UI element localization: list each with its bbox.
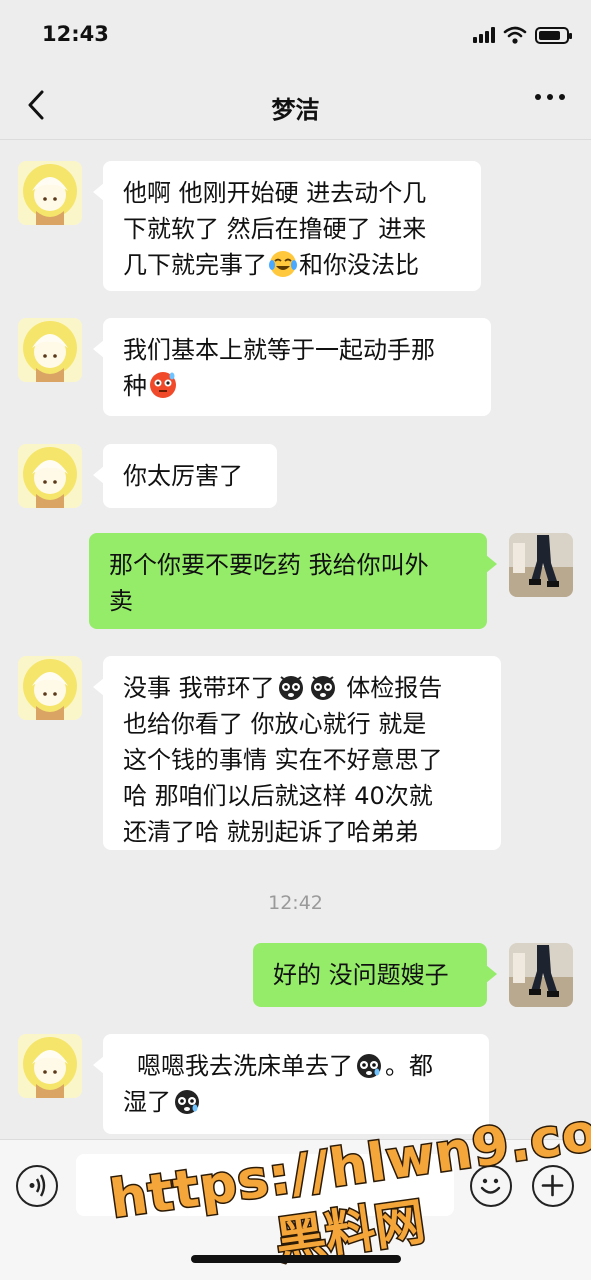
flushed-face-icon [150,372,176,398]
message-text: 这个钱的事情 实在不好意思了 [123,746,443,774]
status-icons [473,26,572,44]
message-received: 他啊 他刚开始硬 进去动个几 下就软了 然后在撸硬了 进来 几下就完事了 和你没法… [0,161,591,301]
contact-avatar[interactable] [18,656,82,720]
message-text: 下就软了 然后在撸硬了 进来 [123,215,427,243]
contact-avatar[interactable] [18,318,82,382]
sweating-face-icon [310,676,335,700]
message-input[interactable] [76,1154,454,1216]
message-text: 我们基本上就等于一起动手那 [123,336,435,364]
sweating-face-icon [357,1054,381,1078]
voice-input-button[interactable] [16,1165,58,1207]
message-text: 哈 那咱们以后就这样 40次就 [123,782,433,810]
contact-avatar[interactable] [18,1034,82,1098]
sweating-face-icon [278,676,303,700]
message-text-part: 体检报告 [338,674,443,702]
message-text-part: 种 [123,372,147,400]
message-text: 也给你看了 你放心就行 就是 [123,710,427,738]
message-timestamp: 12:42 [268,892,323,914]
message-received: 你太厉害了 [0,444,591,514]
message-bubble[interactable]: 那个你要不要吃药 我给你叫外 卖 [89,533,497,629]
sweating-face-icon [175,1090,199,1114]
battery-icon [535,26,572,44]
home-indicator[interactable] [191,1255,401,1263]
message-text: 他啊 他刚开始硬 进去动个几 [123,179,427,207]
message-text-part: 湿了 [123,1088,171,1116]
message-text: 种 [123,368,471,404]
contact-avatar[interactable] [18,161,82,225]
message-text-part: 几下就完事了 [123,251,267,279]
voice-wave-icon [29,1174,46,1197]
message-text-part: 。都 [385,1052,433,1080]
message-sent: 好的 没问题嫂子 [0,943,591,1013]
message-bubble[interactable]: 嗯嗯我去洗床单去了 。都 湿了 [93,1034,489,1134]
message-text-part: 和你没法比 [299,251,419,279]
message-received: 嗯嗯我去洗床单去了 。都 湿了 [0,1034,591,1138]
message-text: 卖 [109,587,133,615]
message-received: 我们基本上就等于一起动手那 种 [0,318,591,418]
wifi-icon [503,26,527,44]
message-text: 嗯嗯我去洗床单去了 。都 [137,1048,469,1084]
message-text: 湿了 [123,1084,469,1120]
smiley-icon [480,1178,501,1194]
message-received: 没事 我带环了 体检报告 也给你看了 你放心就行 就是 这个钱的事情 实在不好意… [0,656,591,856]
message-text-part: 没事 我带环了 [123,674,275,702]
chat-message-list[interactable]: 他啊 他刚开始硬 进去动个几 下就软了 然后在撸硬了 进来 几下就完事了 和你没法… [0,141,591,1139]
chat-title: 梦洁 [271,96,320,124]
status-time: 12:43 [42,22,109,46]
plus-icon [541,1174,564,1197]
message-sent: 那个你要不要吃药 我给你叫外 卖 [0,533,591,633]
contact-avatar[interactable] [18,444,82,508]
my-avatar[interactable] [509,533,573,597]
my-avatar[interactable] [509,943,573,1007]
emoji-button[interactable] [470,1165,512,1207]
more-actions-button[interactable] [532,1165,574,1207]
message-text: 几下就完事了 和你没法比 [123,247,461,283]
message-text-part: 嗯嗯我去洗床单去了 [137,1052,353,1080]
status-bar: 12:43 [0,0,591,70]
message-text: 你太厉害了 [123,462,243,490]
message-bubble[interactable]: 好的 没问题嫂子 [253,943,497,1007]
message-bubble[interactable]: 你太厉害了 [93,444,277,508]
message-bubble[interactable]: 我们基本上就等于一起动手那 种 [93,318,491,416]
message-bubble[interactable]: 他啊 他刚开始硬 进去动个几 下就软了 然后在撸硬了 进来 几下就完事了 和你没法… [93,161,481,291]
message-text: 好的 没问题嫂子 [273,961,449,989]
message-text: 没事 我带环了 体检报告 [123,670,481,706]
message-text: 那个你要不要吃药 我给你叫外 [109,551,429,579]
message-bubble[interactable]: 没事 我带环了 体检报告 也给你看了 你放心就行 就是 这个钱的事情 实在不好意… [93,656,501,850]
message-text: 还清了哈 就别起诉了哈弟弟 [123,818,419,846]
crying-laughing-face-icon [269,251,297,277]
more-options-icon[interactable] [535,94,565,100]
chat-header: 梦洁 [0,70,591,140]
signal-icon [473,27,495,43]
